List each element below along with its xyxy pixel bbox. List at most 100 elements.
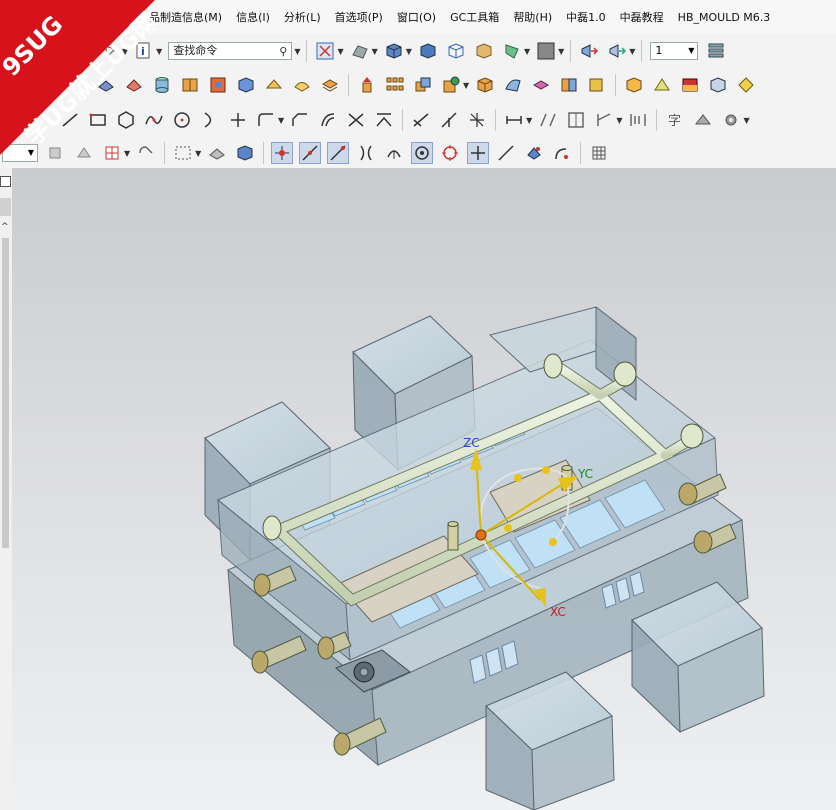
chevron-up-icon[interactable]: ^ xyxy=(1,222,9,232)
chamfer-icon[interactable] xyxy=(290,110,310,130)
search-icon[interactable]: ⚲ xyxy=(279,44,287,60)
eraser-icon[interactable] xyxy=(207,143,227,163)
gear-icon[interactable] xyxy=(721,110,741,130)
dropdown-arrow-icon[interactable]: ▼ xyxy=(156,47,162,56)
ruler-icon[interactable] xyxy=(628,110,648,130)
graphics-viewport[interactable]: ZC YC XC xyxy=(12,168,836,810)
sew-icon[interactable] xyxy=(264,75,284,95)
dropdown-arrow-icon[interactable]: ▼ xyxy=(372,47,378,56)
toolbar-separator xyxy=(570,40,572,62)
mirror-curve-icon[interactable] xyxy=(538,110,558,130)
layer-move-icon[interactable] xyxy=(607,41,627,61)
panel-scrollbar[interactable] xyxy=(2,238,9,548)
fit-view-icon[interactable] xyxy=(315,41,335,61)
snap-quadrant-icon[interactable] xyxy=(440,143,460,163)
dropdown-arrow-icon[interactable]: ▼ xyxy=(629,47,635,56)
dropdown-arrow-icon[interactable]: ▼ xyxy=(558,47,564,56)
shaded-edges-icon[interactable] xyxy=(350,41,370,61)
menu-item-preferences[interactable]: 首选项(P) xyxy=(328,9,390,25)
offset-curve-icon[interactable] xyxy=(318,110,338,130)
command-search-input[interactable]: 查找命令 ⚲ xyxy=(168,42,293,60)
extend-curve-icon[interactable] xyxy=(374,110,394,130)
dropdown-arrow-icon[interactable]: ▼ xyxy=(337,47,343,56)
select-rectangle-icon[interactable] xyxy=(173,143,193,163)
clip-view-icon[interactable] xyxy=(502,41,522,61)
snap-endpoint-icon[interactable] xyxy=(271,142,294,164)
dropdown-arrow-icon[interactable]: ▼ xyxy=(743,116,749,125)
cylinder-icon[interactable] xyxy=(152,75,172,95)
background-color-icon[interactable] xyxy=(536,41,556,61)
menu-item-pmi[interactable]: 品制造信息(M) xyxy=(142,9,229,25)
snap-intersection-icon[interactable] xyxy=(356,143,376,163)
mold-assembly-model[interactable]: ZC YC XC xyxy=(12,168,836,810)
snap-control-icon[interactable] xyxy=(327,142,350,164)
cube-solid-icon[interactable] xyxy=(418,41,438,61)
trim-curve-icon[interactable] xyxy=(346,110,366,130)
reference-line-icon[interactable] xyxy=(594,110,614,130)
sheet-icon[interactable] xyxy=(652,75,672,95)
snap-point-icon[interactable] xyxy=(467,142,490,164)
snap-bounded-icon[interactable] xyxy=(552,143,572,163)
dimension-icon[interactable] xyxy=(504,110,524,130)
move-object-icon[interactable] xyxy=(579,41,599,61)
subtract-icon[interactable] xyxy=(441,75,461,95)
offset-face-icon[interactable] xyxy=(320,75,340,95)
surface-icon[interactable] xyxy=(292,75,312,95)
block-split-icon[interactable] xyxy=(180,75,200,95)
text-icon[interactable]: 字 xyxy=(665,110,685,130)
navigator-icon[interactable] xyxy=(0,176,11,187)
dropdown-arrow-icon[interactable]: ▼ xyxy=(294,47,300,56)
snap-arc-center-icon[interactable] xyxy=(384,143,404,163)
menu-item-zhonglei-tutorial[interactable]: 中磊教程 xyxy=(613,9,671,25)
dropdown-arrow-icon[interactable]: ▼ xyxy=(463,81,469,90)
cube-wireframe-icon[interactable] xyxy=(446,41,466,61)
constraint-icon[interactable] xyxy=(411,110,431,130)
dropdown-arrow-icon[interactable]: ▼ xyxy=(278,116,284,125)
frame-icon[interactable] xyxy=(566,110,586,130)
sweep-icon[interactable] xyxy=(503,75,523,95)
pattern-icon[interactable] xyxy=(385,75,405,95)
snap-on-face-icon[interactable] xyxy=(524,143,544,163)
menu-item-gc-toolbox[interactable]: GC工具箱 xyxy=(443,9,506,25)
box-icon[interactable] xyxy=(236,75,256,95)
menu-item-analysis[interactable]: 分析(L) xyxy=(277,9,328,25)
menu-item-zhonglei[interactable]: 中磊1.0 xyxy=(559,9,613,25)
dropdown-arrow-icon[interactable]: ▼ xyxy=(616,116,622,125)
point-icon[interactable] xyxy=(228,110,248,130)
dropdown-arrow-icon[interactable]: ▼ xyxy=(406,47,412,56)
panel-tab[interactable] xyxy=(0,198,11,216)
face-color-icon[interactable] xyxy=(680,75,700,95)
section-view-icon[interactable] xyxy=(474,41,494,61)
snap-on-curve-icon[interactable] xyxy=(496,143,516,163)
dropdown-arrow-icon[interactable]: ▼ xyxy=(524,47,530,56)
menu-item-hb-mould[interactable]: HB_MOULD M6.3 xyxy=(671,11,778,24)
circle-icon[interactable] xyxy=(172,110,192,130)
view-cube-icon[interactable] xyxy=(235,143,255,163)
mirror-body-icon[interactable] xyxy=(559,75,579,95)
combine-icon[interactable] xyxy=(413,75,433,95)
snap-midpoint-icon[interactable] xyxy=(299,142,322,164)
trim-body-icon[interactable] xyxy=(208,75,228,95)
menu-item-help[interactable]: 帮助(H) xyxy=(506,9,559,25)
arc-icon[interactable] xyxy=(200,110,220,130)
draft-icon[interactable] xyxy=(531,75,551,95)
replace-face-icon[interactable] xyxy=(708,75,728,95)
block-icon[interactable] xyxy=(624,75,644,95)
cube-shaded-icon[interactable] xyxy=(384,41,404,61)
snap-center-icon[interactable] xyxy=(411,142,434,164)
extrude-up-icon[interactable] xyxy=(357,75,377,95)
perpendicular-icon[interactable] xyxy=(439,110,459,130)
work-layer-select[interactable]: 1 ▼ xyxy=(650,42,699,60)
dropdown-arrow-icon[interactable]: ▼ xyxy=(195,149,201,158)
dropdown-arrow-icon[interactable]: ▼ xyxy=(526,116,532,125)
tool-body-icon[interactable] xyxy=(736,75,756,95)
delete-body-icon[interactable] xyxy=(587,75,607,95)
fillet-icon[interactable] xyxy=(256,110,276,130)
menu-item-window[interactable]: 窗口(O) xyxy=(390,9,443,25)
layer-settings-icon[interactable] xyxy=(706,41,726,61)
grid-icon[interactable] xyxy=(589,143,609,163)
menu-item-info[interactable]: 信息(I) xyxy=(229,9,277,25)
render-icon[interactable] xyxy=(693,110,713,130)
tangent-icon[interactable] xyxy=(467,110,487,130)
hollow-box-icon[interactable] xyxy=(475,75,495,95)
